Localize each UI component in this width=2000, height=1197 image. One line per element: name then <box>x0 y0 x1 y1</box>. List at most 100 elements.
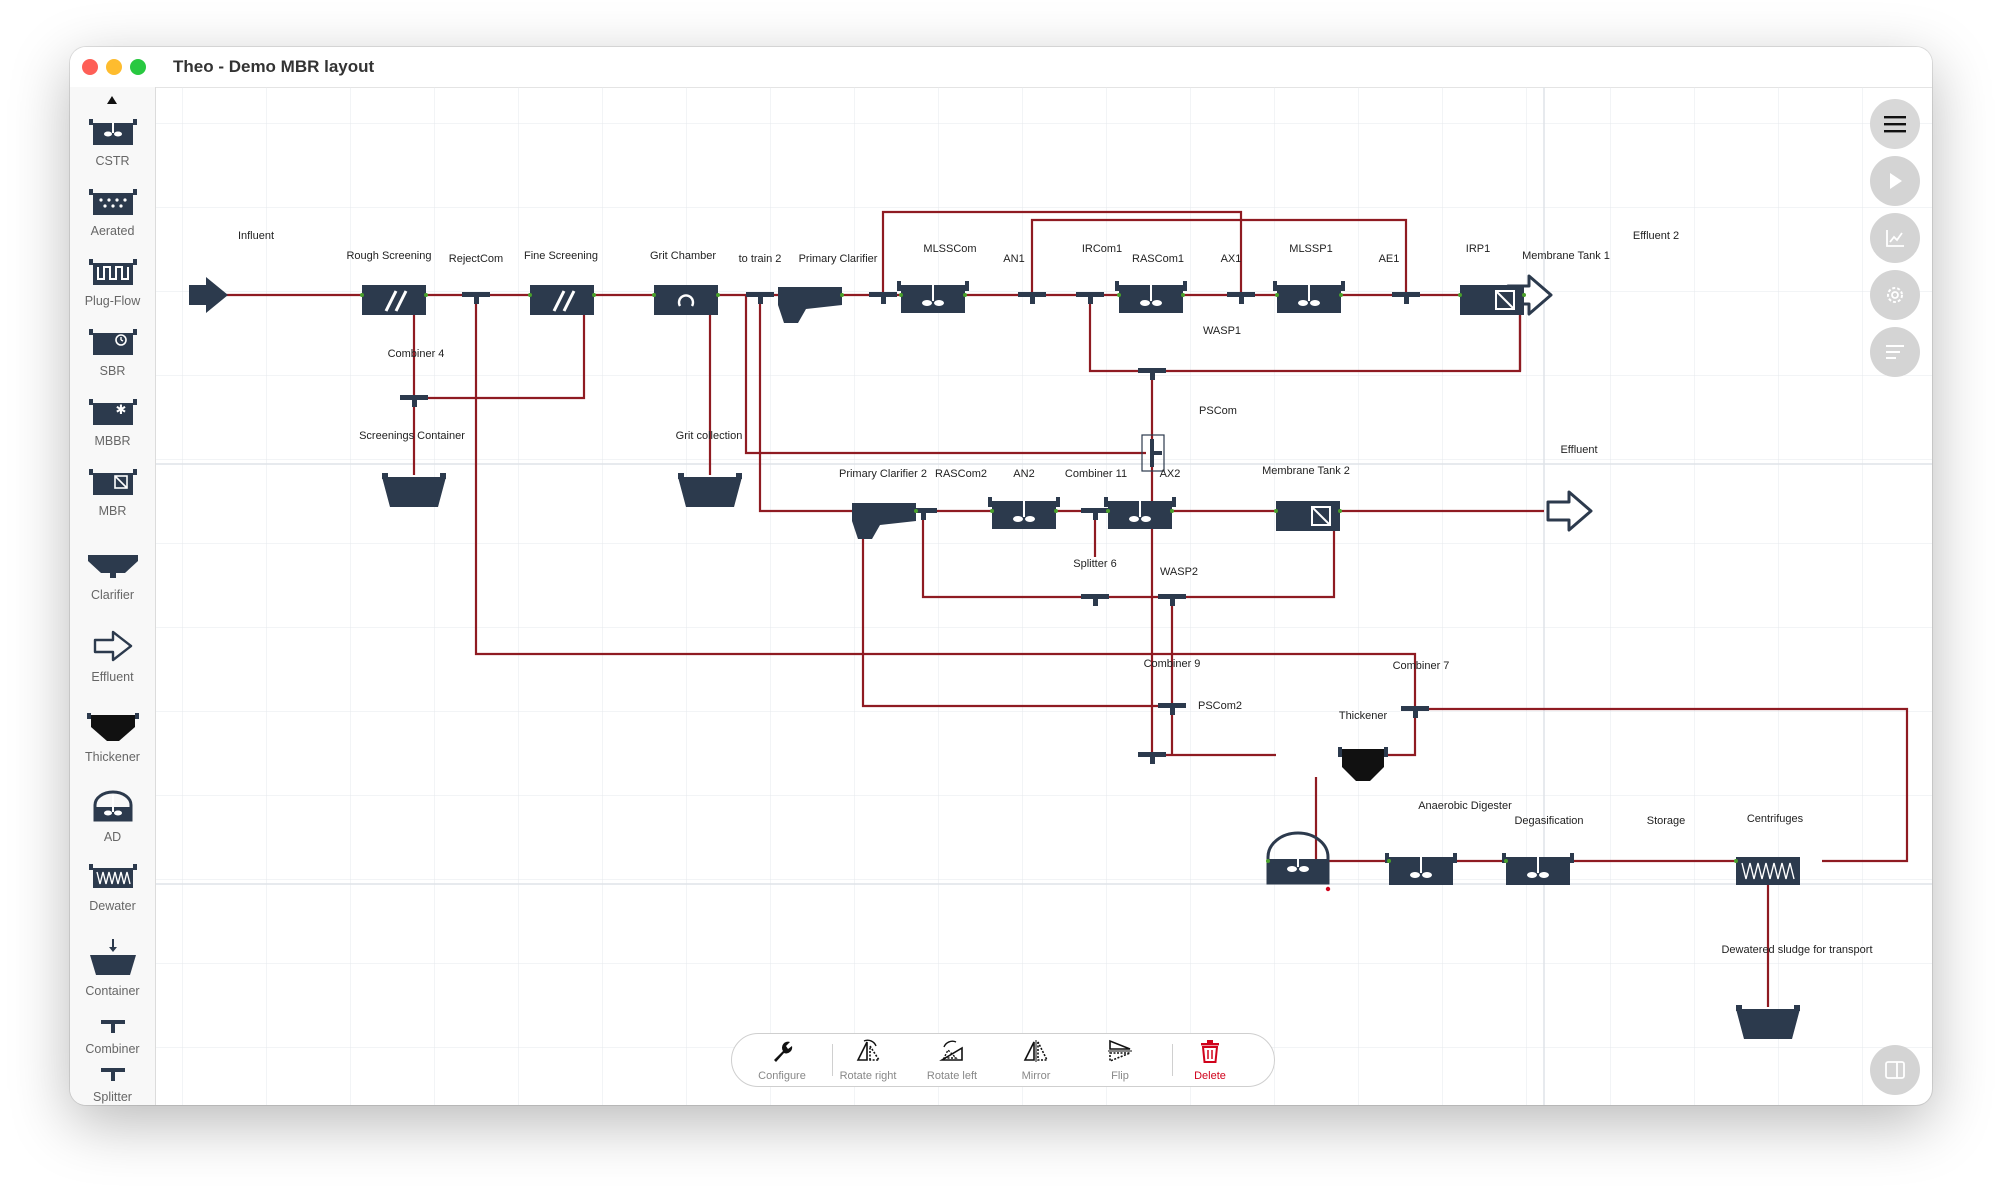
mbr-icon <box>88 469 137 495</box>
label-storage: Storage <box>1647 815 1686 827</box>
svg-text:✱: ✱ <box>115 403 126 418</box>
palette-item-dewater[interactable]: Dewater <box>70 862 155 913</box>
hamburger-menu-icon <box>1884 116 1906 133</box>
palette-item-sbr[interactable]: SBR <box>70 327 155 378</box>
palette-item-plug-flow[interactable]: Plug-Flow <box>70 257 155 308</box>
flowsheet-canvas[interactable]: Influent Rough Screening RejectCom Fine … <box>156 87 1932 1105</box>
fine-screening-unit[interactable] <box>528 283 596 317</box>
storage-tank[interactable] <box>1501 852 1575 886</box>
membrane-tank-1-unit[interactable] <box>1459 284 1525 316</box>
degasification-tank[interactable] <box>1384 852 1458 886</box>
zoom-window-button[interactable] <box>130 59 146 75</box>
palette-item-thickener[interactable]: Thickener <box>70 709 155 764</box>
palette-item-label: Clarifier <box>90 588 135 602</box>
label-mlsscom: MLSSCom <box>923 243 976 255</box>
rotate-right-label: Rotate right <box>839 1070 897 1082</box>
label-membrane-tank-1: Membrane Tank 1 <box>1522 250 1610 262</box>
an1-tank[interactable] <box>896 280 970 314</box>
cstr-tank-icon <box>88 119 137 145</box>
label-effluent: Effluent <box>1560 444 1597 456</box>
flip-icon <box>1108 1039 1132 1063</box>
label-grit-collection: Grit collection <box>676 430 743 442</box>
scroll-up-icon[interactable] <box>70 91 155 111</box>
flip-button[interactable]: Flip <box>1080 1038 1160 1082</box>
label-thickener: Thickener <box>1339 710 1388 722</box>
settings-button[interactable] <box>1870 270 1920 320</box>
toolbar-divider <box>832 1044 833 1076</box>
label-wasp2: WASP2 <box>1160 566 1198 578</box>
ae1-tank[interactable] <box>1272 280 1346 314</box>
rotate-left-button[interactable]: Rotate left <box>912 1038 992 1082</box>
palette-item-label: MBBR <box>94 434 131 448</box>
unit-palette: CSTR Aerated Plug-Flow SBR ✱ MBBR MBR Cl… <box>70 87 156 1105</box>
label-primary-clarifier: Primary Clarifier <box>799 253 878 265</box>
palette-item-combiner[interactable]: Combiner <box>70 1017 155 1056</box>
an2-tank[interactable] <box>987 496 1061 530</box>
label-an2: AN2 <box>1013 468 1034 480</box>
palette-item-effluent[interactable]: Effluent <box>70 629 155 684</box>
minimize-window-button[interactable] <box>106 59 122 75</box>
palette-item-label: Dewater <box>89 899 136 913</box>
menu-button[interactable] <box>1870 99 1920 149</box>
label-ax1: AX1 <box>1221 253 1242 265</box>
label-combiner-7: Combiner 7 <box>1393 660 1450 672</box>
palette-item-label: MBR <box>98 504 127 518</box>
process-diagram[interactable]: Influent Rough Screening RejectCom Fine … <box>156 87 1932 1105</box>
label-dewatered-sludge: Dewatered sludge for transport <box>1721 944 1872 956</box>
close-window-button[interactable] <box>82 59 98 75</box>
label-combiner-11: Combiner 11 <box>1065 468 1127 480</box>
rotate-right-icon <box>856 1039 881 1061</box>
mirror-button[interactable]: Mirror <box>996 1038 1076 1082</box>
palette-item-label: Effluent <box>91 670 134 684</box>
palette-item-label: Aerated <box>90 224 135 238</box>
label-irp1: IRP1 <box>1466 243 1490 255</box>
palette-item-container[interactable]: Container <box>70 937 155 998</box>
palette-item-ad[interactable]: AD <box>70 787 155 844</box>
toggle-panel-button[interactable] <box>1870 1045 1920 1095</box>
palette-item-cstr[interactable]: CSTR <box>70 117 155 168</box>
grit-collection-unit[interactable] <box>678 473 742 507</box>
label-grit-chamber: Grit Chamber <box>650 250 716 262</box>
palette-item-splitter[interactable]: Splitter <box>70 1065 155 1104</box>
screenings-container-unit[interactable] <box>382 473 446 507</box>
palette-item-mbbr[interactable]: ✱ MBBR <box>70 397 155 448</box>
play-icon <box>1890 173 1902 189</box>
label-rejectcom: RejectCom <box>449 253 503 265</box>
wrench-icon <box>774 1041 793 1062</box>
palette-item-label: Combiner <box>85 1042 140 1056</box>
label-ae1: AE1 <box>1379 253 1400 265</box>
results-chart-button[interactable] <box>1870 213 1920 263</box>
report-button[interactable] <box>1870 327 1920 377</box>
rough-screening-unit[interactable] <box>360 283 428 317</box>
label-pscom: PSCom <box>1199 405 1237 417</box>
delete-label: Delete <box>1194 1070 1226 1082</box>
ax1-tank[interactable] <box>1114 280 1188 314</box>
mirror-icon <box>1023 1040 1049 1062</box>
delete-button[interactable]: Delete <box>1170 1038 1250 1082</box>
configure-button[interactable]: Configure <box>742 1038 822 1082</box>
palette-item-clarifier[interactable]: Clarifier <box>70 547 155 602</box>
label-fine-screening: Fine Screening <box>524 250 598 262</box>
configure-label: Configure <box>758 1070 806 1082</box>
palette-item-aerated[interactable]: Aerated <box>70 187 155 238</box>
grit-chamber-unit[interactable] <box>654 285 718 315</box>
centrifuges-unit[interactable] <box>1736 857 1800 885</box>
sbr-icon <box>88 329 137 355</box>
ax2-tank[interactable] <box>1103 496 1177 530</box>
flip-label: Flip <box>1111 1070 1129 1082</box>
label-influent: Influent <box>238 230 274 242</box>
label-membrane-tank-2: Membrane Tank 2 <box>1262 465 1350 477</box>
membrane-tank-2-unit[interactable] <box>1275 500 1341 532</box>
label-mlssp1: MLSSP1 <box>1289 243 1332 255</box>
rotate-right-button[interactable]: Rotate right <box>828 1038 908 1082</box>
label-rough-screening: Rough Screening <box>346 250 431 262</box>
label-anaerobic-digester: Anaerobic Digester <box>1418 800 1512 812</box>
app-window: Theo - Demo MBR layout CSTR Aerated Plug… <box>70 47 1932 1105</box>
rotate-left-icon <box>939 1040 963 1061</box>
label-combiner-4: Combiner 4 <box>388 348 445 360</box>
palette-item-mbr[interactable]: MBR <box>70 467 155 518</box>
dewatered-sludge-container-unit[interactable] <box>1736 1005 1800 1039</box>
palette-item-label: SBR <box>99 364 126 378</box>
run-simulation-button[interactable] <box>1870 156 1920 206</box>
label-to-train-2: to train 2 <box>739 253 782 265</box>
